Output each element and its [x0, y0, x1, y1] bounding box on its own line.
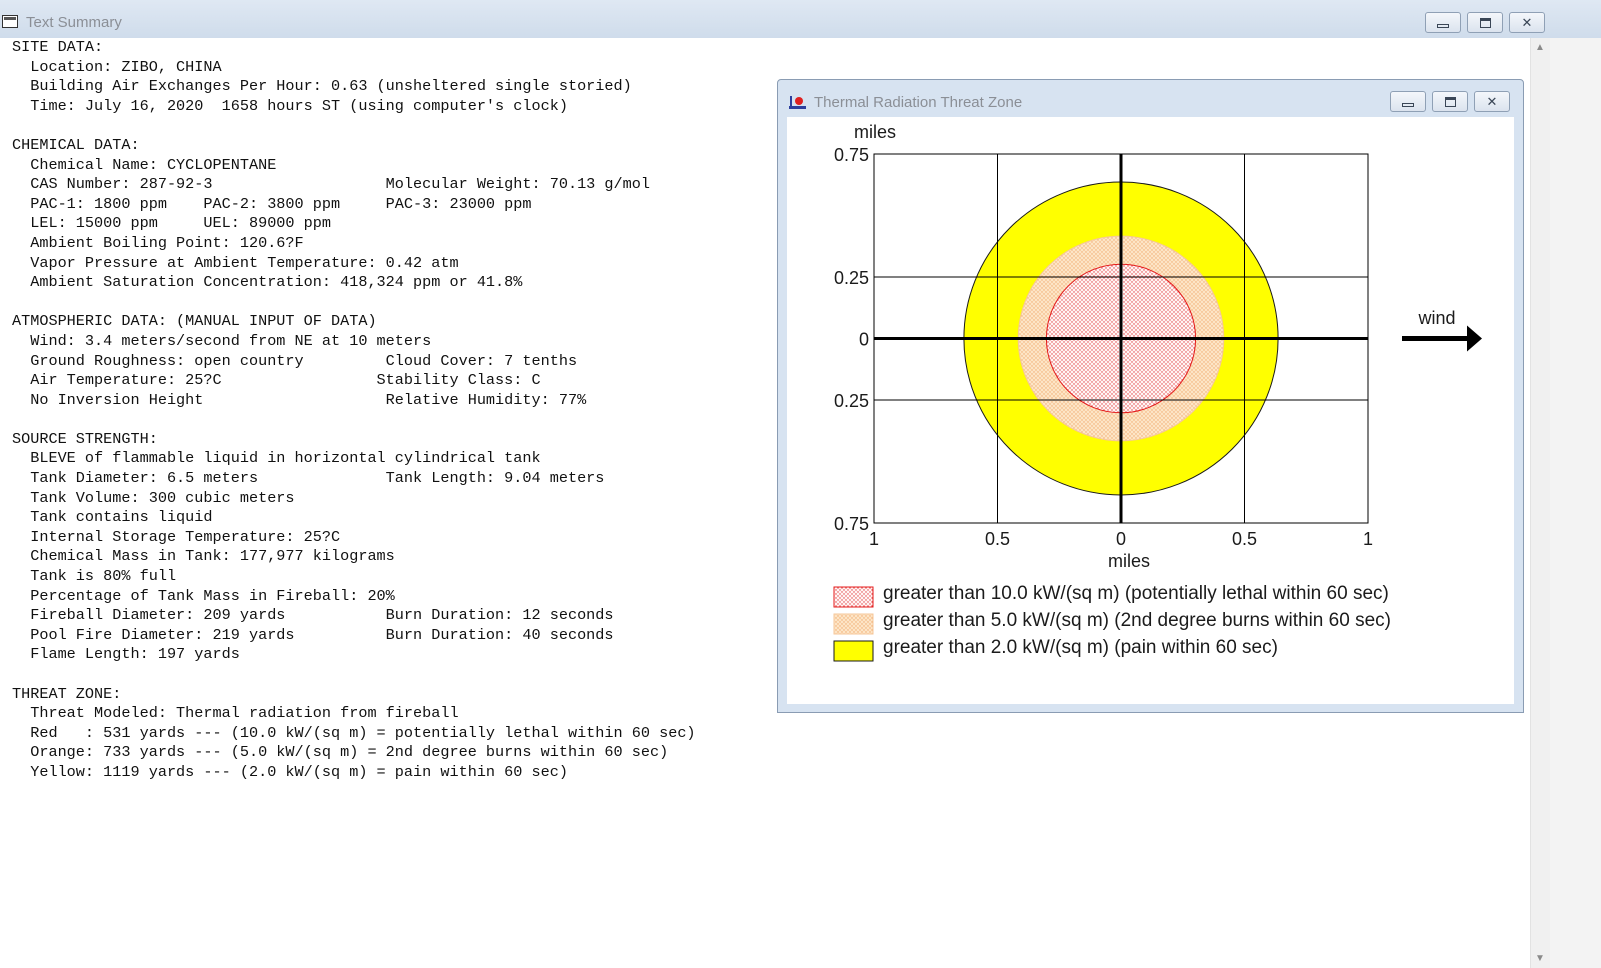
tz-close-button[interactable]: ✕ — [1474, 91, 1510, 112]
close-button[interactable]: ✕ — [1509, 12, 1545, 33]
y-tick-label: 0 — [859, 330, 869, 350]
y-tick-label: 0.25 — [834, 268, 869, 288]
maximize-button[interactable] — [1467, 12, 1503, 33]
legend-label-yellow: greater than 2.0 kW/(sq m) (pain within … — [883, 637, 1278, 658]
y-tick-label: 0.75 — [834, 514, 869, 534]
legend-swatch-red — [833, 586, 874, 608]
window-app-icon — [2, 15, 18, 28]
wind-label: wind — [1417, 308, 1455, 328]
threat-zone-plot-area: 1 0.5 0 0.5 1 0.75 0.25 0 0.25 0.75 miles miles wind… — [787, 117, 1514, 704]
text-summary-titlebar[interactable]: Text Summary ✕ — [0, 0, 1601, 39]
minimize-icon — [1437, 24, 1449, 28]
x-tick-label: 1 — [1363, 529, 1373, 549]
summary-text: SITE DATA: Location: ZIBO, CHINA Buildin… — [12, 38, 696, 781]
window-background — [1550, 38, 1601, 968]
scroll-down-icon[interactable]: ▼ — [1535, 953, 1545, 964]
x-tick-label: 0 — [1116, 529, 1126, 549]
tz-maximize-button[interactable] — [1432, 91, 1468, 112]
text-summary-title: Text Summary — [26, 14, 122, 31]
vertical-scrollbar[interactable]: ▲ ▼ — [1530, 38, 1550, 968]
legend-label-red: greater than 10.0 kW/(sq m) (potentially… — [883, 583, 1389, 604]
x-tick-label: 0.5 — [985, 529, 1010, 549]
x-tick-label: 1 — [869, 529, 879, 549]
y-axis-label: miles — [854, 122, 896, 142]
legend-swatch-yellow — [833, 640, 874, 662]
x-axis-label: miles — [1108, 551, 1150, 571]
y-tick-label: 0.75 — [834, 145, 869, 165]
wind-arrow-icon — [1467, 325, 1482, 352]
maximize-icon — [1480, 18, 1491, 28]
y-tick-label: 0.25 — [834, 391, 869, 411]
threat-zone-window[interactable]: Thermal Radiation Threat Zone ✕ 1 0.5 0 0.5… — [777, 79, 1524, 713]
legend-swatch-orange — [833, 613, 874, 635]
scroll-up-icon[interactable]: ▲ — [1535, 42, 1545, 53]
close-icon: ✕ — [1486, 93, 1498, 109]
minimize-button[interactable] — [1425, 12, 1461, 33]
close-icon: ✕ — [1521, 14, 1533, 30]
minimize-icon — [1402, 103, 1414, 107]
threat-zone-titlebar[interactable]: Thermal Radiation Threat Zone ✕ — [778, 80, 1523, 117]
threat-zone-app-icon — [789, 96, 806, 109]
legend-label-orange: greater than 5.0 kW/(sq m) (2nd degree b… — [883, 610, 1391, 631]
maximize-icon — [1445, 97, 1456, 107]
tz-minimize-button[interactable] — [1390, 91, 1426, 112]
x-tick-label: 0.5 — [1232, 529, 1257, 549]
threat-zone-title: Thermal Radiation Threat Zone — [814, 94, 1023, 111]
